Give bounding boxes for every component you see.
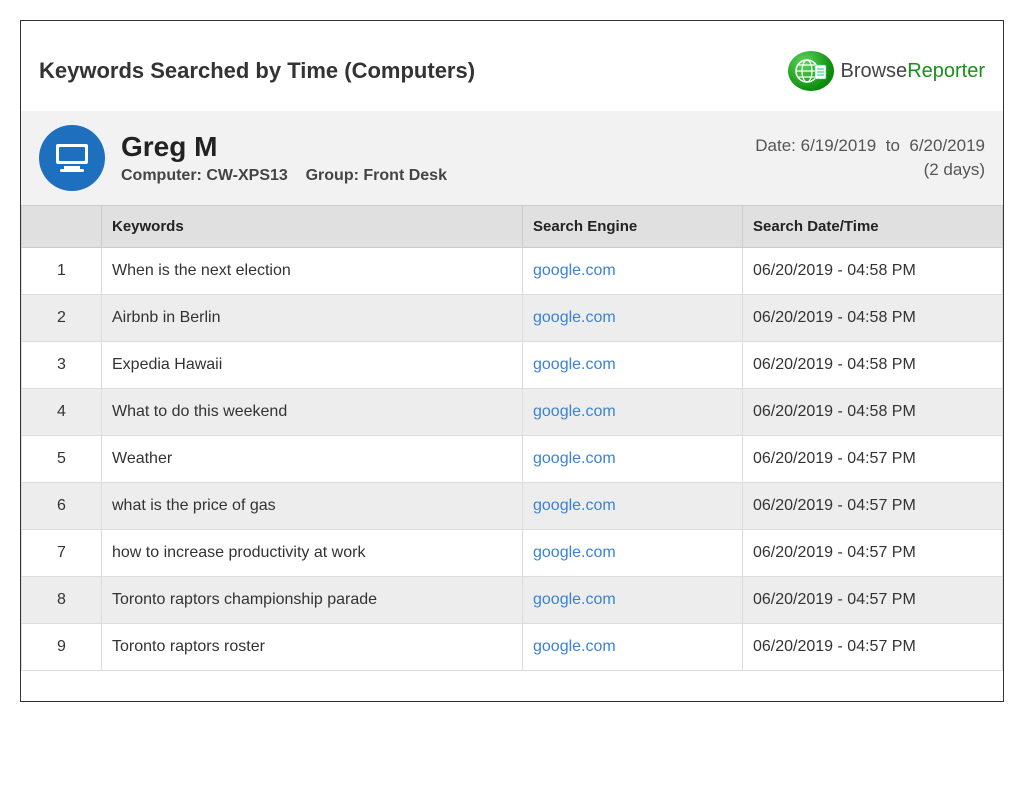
row-number: 3 xyxy=(22,342,102,389)
row-search-engine: google.com xyxy=(523,342,743,389)
row-search-engine: google.com xyxy=(523,389,743,436)
row-keyword: Toronto raptors roster xyxy=(102,624,523,671)
date-from: 6/19/2019 xyxy=(801,136,877,155)
report-panel: Keywords Searched by Time (Computers) Br… xyxy=(20,20,1004,702)
table-row: 9Toronto raptors roster google.com 06/20/2… xyxy=(22,624,1003,671)
row-keyword: What to do this weekend xyxy=(102,389,523,436)
row-number: 8 xyxy=(22,577,102,624)
table-row: 4What to do this weekend google.com 06/20/… xyxy=(22,389,1003,436)
search-engine-link[interactable]: google.com xyxy=(533,450,616,467)
col-header-datetime: Search Date/Time xyxy=(743,206,1003,248)
brand-text: BrowseReporter xyxy=(840,60,985,83)
col-header-number xyxy=(22,206,102,248)
table-row: 8Toronto raptors championship parade goog… xyxy=(22,577,1003,624)
date-to: 6/20/2019 xyxy=(909,136,985,155)
group-label: Group: xyxy=(306,167,359,184)
row-keyword: When is the next election xyxy=(102,248,523,295)
computer-icon xyxy=(39,125,105,191)
table-row: 1When is the next election google.com 06/2… xyxy=(22,248,1003,295)
table-row: 7how to increase productivity at work goo… xyxy=(22,530,1003,577)
computer-label: Computer: xyxy=(121,167,202,184)
row-number: 7 xyxy=(22,530,102,577)
row-keyword: how to increase productivity at work xyxy=(102,530,523,577)
row-datetime: 06/20/2019 - 04:57 PM xyxy=(743,436,1003,483)
col-header-keywords: Keywords xyxy=(102,206,523,248)
row-search-engine: google.com xyxy=(523,436,743,483)
table-header-row: Keywords Search Engine Search Date/Time xyxy=(22,206,1003,248)
row-keyword: Expedia Hawaii xyxy=(102,342,523,389)
row-datetime: 06/20/2019 - 04:58 PM xyxy=(743,295,1003,342)
row-number: 1 xyxy=(22,248,102,295)
table-row: 6what is the price of gas google.com 06/20… xyxy=(22,483,1003,530)
brand-text-1: Browse xyxy=(840,60,907,82)
group-value: Front Desk xyxy=(363,167,447,184)
table-row: 5Weather google.com 06/20/2019 - 04:57 PM xyxy=(22,436,1003,483)
row-keyword: Weather xyxy=(102,436,523,483)
user-info: Greg M Computer: CW-XPS13 Group: Front D… xyxy=(121,131,755,185)
user-meta: Computer: CW-XPS13 Group: Front Desk xyxy=(121,167,755,185)
row-datetime: 06/20/2019 - 04:58 PM xyxy=(743,342,1003,389)
table-row: 3Expedia Hawaii google.com 06/20/2019 - 04… xyxy=(22,342,1003,389)
user-name: Greg M xyxy=(121,131,755,163)
globe-icon xyxy=(788,51,834,91)
search-engine-link[interactable]: google.com xyxy=(533,497,616,514)
search-engine-link[interactable]: google.com xyxy=(533,544,616,561)
search-engine-link[interactable]: google.com xyxy=(533,262,616,279)
row-datetime: 06/20/2019 - 04:57 PM xyxy=(743,483,1003,530)
report-title: Keywords Searched by Time (Computers) xyxy=(39,58,475,84)
date-range: Date: 6/19/2019 to 6/20/2019 (2 days) xyxy=(755,136,985,180)
date-prefix: Date: xyxy=(755,136,796,155)
search-engine-link[interactable]: google.com xyxy=(533,309,616,326)
search-engine-link[interactable]: google.com xyxy=(533,403,616,420)
row-datetime: 06/20/2019 - 04:57 PM xyxy=(743,624,1003,671)
computer-value: CW-XPS13 xyxy=(206,167,287,184)
date-duration: (2 days) xyxy=(755,160,985,180)
brand-logo: BrowseReporter xyxy=(788,51,985,91)
row-number: 4 xyxy=(22,389,102,436)
row-number: 5 xyxy=(22,436,102,483)
row-search-engine: google.com xyxy=(523,248,743,295)
row-datetime: 06/20/2019 - 04:58 PM xyxy=(743,248,1003,295)
date-sep: to xyxy=(886,136,900,155)
row-number: 9 xyxy=(22,624,102,671)
row-search-engine: google.com xyxy=(523,577,743,624)
report-header: Keywords Searched by Time (Computers) Br… xyxy=(21,41,1003,111)
row-number: 2 xyxy=(22,295,102,342)
search-engine-link[interactable]: google.com xyxy=(533,638,616,655)
row-datetime: 06/20/2019 - 04:58 PM xyxy=(743,389,1003,436)
search-engine-link[interactable]: google.com xyxy=(533,591,616,608)
row-datetime: 06/20/2019 - 04:57 PM xyxy=(743,577,1003,624)
row-keyword: Toronto raptors championship parade xyxy=(102,577,523,624)
row-keyword: what is the price of gas xyxy=(102,483,523,530)
row-search-engine: google.com xyxy=(523,624,743,671)
row-datetime: 06/20/2019 - 04:57 PM xyxy=(743,530,1003,577)
row-search-engine: google.com xyxy=(523,530,743,577)
search-engine-link[interactable]: google.com xyxy=(533,356,616,373)
row-keyword: Airbnb in Berlin xyxy=(102,295,523,342)
col-header-search-engine: Search Engine xyxy=(523,206,743,248)
row-search-engine: google.com xyxy=(523,295,743,342)
brand-text-2: Reporter xyxy=(907,60,985,82)
user-summary-bar: Greg M Computer: CW-XPS13 Group: Front D… xyxy=(21,111,1003,205)
row-number: 6 xyxy=(22,483,102,530)
table-row: 2Airbnb in Berlin google.com 06/20/2019 - … xyxy=(22,295,1003,342)
row-search-engine: google.com xyxy=(523,483,743,530)
keywords-table: Keywords Search Engine Search Date/Time … xyxy=(21,205,1003,671)
